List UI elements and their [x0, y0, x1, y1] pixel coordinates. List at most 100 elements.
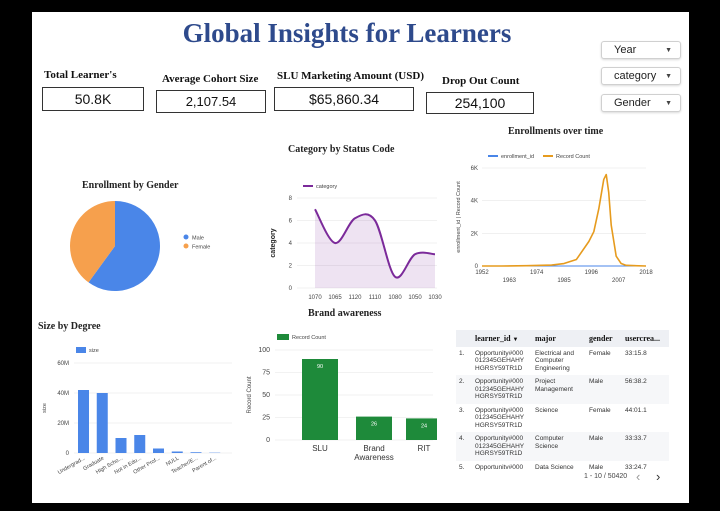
table-header-row: learner_id ▼ major gender usercrea... — [456, 330, 669, 347]
kpi-drop-out-value: 254,100 — [426, 92, 534, 114]
y-tick-label: 0 — [266, 437, 270, 444]
sort-desc-icon[interactable]: ▼ — [513, 337, 519, 343]
legend-label: Male — [192, 236, 204, 242]
y-tick-label: 50 — [262, 392, 270, 399]
category-filter-label: category — [614, 70, 657, 82]
y-tick-label: 4 — [289, 241, 293, 247]
status-chart-title: Category by Status Code — [288, 144, 395, 155]
enrollments-chart-title: Enrollments over time — [508, 126, 604, 137]
legend-label: Record Count — [292, 335, 326, 341]
y-tick-label: 8 — [289, 196, 293, 202]
cell-major: Project Management — [532, 375, 586, 404]
x-tick-label: 1952 — [475, 270, 489, 276]
series-line-record-count — [482, 173, 647, 267]
data-label: 24 — [421, 423, 427, 429]
bar-3 — [134, 435, 146, 453]
cell-gender: Female — [589, 406, 611, 414]
bar-4 — [153, 448, 164, 453]
data-label: 90 — [317, 364, 323, 370]
table-row[interactable]: 2. Opportunity#000 012345GEHAHY HGRSY59T… — [456, 375, 669, 404]
data-label: 26 — [371, 422, 377, 428]
y-tick-label: 100 — [258, 347, 270, 354]
chevron-down-icon: ▼ — [665, 72, 672, 80]
cell-learner-id: Opportunity#000 012345GEHAHY HGRSY59TR1D — [472, 432, 532, 461]
table-header-usercreated[interactable]: usercrea... — [622, 330, 669, 347]
legend-swatch — [183, 243, 189, 249]
bar-1 — [96, 393, 108, 453]
cell-major: Computer Science — [532, 432, 586, 461]
cell-created: 56:38.2 — [622, 375, 669, 404]
cell-created: 33:33.7 — [622, 432, 669, 461]
x-tick-label: 2007 — [612, 278, 626, 284]
kpi-slu-marketing-label: SLU Marketing Amount (USD) — [277, 70, 424, 82]
cell-learner-id: Opportunitv#000 — [475, 463, 524, 471]
x-tick-label: Awareness — [354, 453, 393, 462]
kpi-slu-marketing-value: $65,860.34 — [274, 87, 414, 111]
x-tick-label: 1070 — [308, 295, 322, 301]
table-header-major[interactable]: major — [532, 330, 586, 347]
y-tick-label: 25 — [262, 415, 270, 422]
table-row[interactable]: 4. Opportunity#000 012345GEHAHY HGRSY59T… — [456, 432, 669, 461]
kpi-average-cohort-value: 2,107.54 — [156, 90, 266, 113]
cell-major: Science — [535, 406, 559, 414]
legend-swatch — [183, 234, 189, 240]
x-tick-label: SLU — [312, 444, 328, 453]
y-tick-label: 2 — [289, 264, 293, 270]
legend-label: Record Count — [556, 154, 590, 160]
cell-learner-id: Opportunity#000 012345GEHAHY HGRSY59TR1D — [475, 350, 525, 372]
row-index: 5. — [459, 463, 465, 471]
x-tick-label: 1050 — [408, 295, 422, 301]
gender-filter-dropdown[interactable]: Gender ▼ — [601, 94, 681, 112]
bar-6 — [190, 452, 202, 453]
learner-table-container: learner_id ▼ major gender usercrea... 1.… — [456, 330, 669, 474]
x-tick-label: 1996 — [585, 270, 599, 276]
cell-major: Electrical and Computer Engineering — [535, 350, 575, 372]
kpi-total-learners-value: 50.8K — [42, 87, 144, 111]
category-filter-dropdown[interactable]: category ▼ — [601, 67, 681, 85]
y-tick-label: 75 — [262, 370, 270, 377]
table-row[interactable]: 1. Opportunity#000 012345GEHAHY HGRSY59T… — [456, 347, 669, 375]
x-tick-label: Brand — [363, 444, 384, 453]
y-tick-label: 0 — [289, 286, 293, 292]
bar-2 — [115, 438, 127, 453]
year-filter-dropdown[interactable]: Year ▼ — [601, 41, 681, 59]
cell-gender: Male — [586, 432, 622, 461]
table-row[interactable]: 3. Opportunity#000 012345GEHAHY HGRSY59T… — [456, 404, 669, 432]
y-tick-label: 0 — [66, 451, 70, 457]
next-page-icon[interactable]: › — [656, 469, 660, 484]
kpi-drop-out-label: Drop Out Count — [442, 75, 520, 87]
y-tick-label: 60M — [57, 361, 69, 367]
kpi-average-cohort-label: Average Cohort Size — [162, 73, 259, 85]
table-header-learner-id[interactable]: learner_id ▼ — [472, 330, 532, 347]
y-tick-label: 6K — [471, 166, 478, 172]
learner-table: learner_id ▼ major gender usercrea... 1.… — [456, 330, 669, 474]
brand-chart-title: Brand awareness — [308, 308, 382, 319]
x-tick-label: RIT — [418, 444, 431, 453]
dashboard-canvas: Global Insights for Learners Year ▼ cate… — [32, 12, 689, 503]
gender-chart-title: Enrollment by Gender — [82, 180, 179, 191]
pagination-label: 1 - 10 / 50420 — [584, 473, 628, 480]
prev-page-icon[interactable]: ‹ — [636, 469, 640, 484]
legend-label: size — [89, 348, 99, 354]
x-tick-label: 1065 — [328, 295, 342, 301]
bar-0 — [302, 359, 338, 440]
x-tick-label: 1985 — [557, 278, 571, 284]
chevron-down-icon: ▼ — [665, 46, 672, 54]
y-axis-label: size — [42, 403, 48, 413]
x-tick-label: 1080 — [388, 295, 402, 301]
legend-swatch — [277, 334, 289, 340]
degree-bar-chart: size020M40M60MUndergrad...GraduateHigh S… — [42, 347, 232, 476]
x-tick-label: 1974 — [530, 270, 544, 276]
cell-created: 44:01.1 — [625, 406, 647, 414]
cell-learner-id: Opportunity#000 012345GEHAHY HGRSY59TR1D — [475, 406, 525, 429]
year-filter-label: Year — [614, 44, 637, 56]
chevron-down-icon: ▼ — [665, 99, 672, 107]
y-tick-label: 2K — [471, 231, 478, 237]
x-tick-label: 1963 — [503, 278, 517, 284]
table-header-index — [456, 330, 472, 347]
row-index: 2. — [456, 375, 472, 404]
table-header-gender[interactable]: gender — [586, 330, 622, 347]
legend-swatch — [76, 347, 86, 353]
row-index: 4. — [456, 432, 472, 461]
cell-learner-id: Opportunity#000 012345GEHAHY HGRSY59TR1D — [472, 375, 532, 404]
